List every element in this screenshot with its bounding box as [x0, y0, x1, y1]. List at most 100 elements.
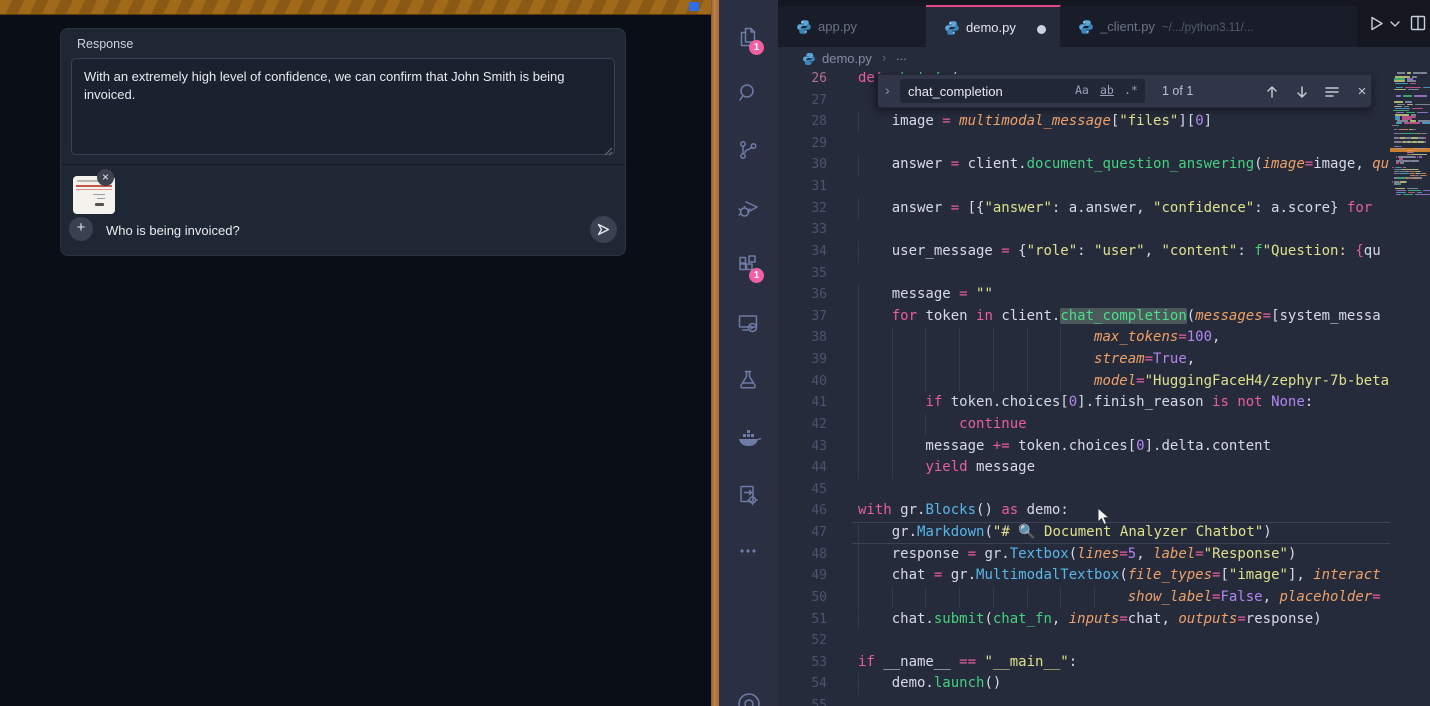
docker-button[interactable] [719, 415, 778, 463]
file-settings-button[interactable] [719, 472, 778, 520]
tab-client-py[interactable]: _client.py~/.../python3.11/... [1060, 6, 1346, 47]
code-line-28[interactable]: 28 image = multimodal_message["files"][0… [778, 111, 1430, 133]
split-editor-icon[interactable] [1410, 15, 1426, 31]
code-line-50[interactable]: 50 show_label=False, placeholder= [778, 587, 1430, 609]
code-line-51[interactable]: 51 chat.submit(chat_fn, inputs=chat, out… [778, 609, 1430, 631]
extensions-button[interactable]: 1 [719, 242, 778, 290]
find-match-count: 1 of 1 [1162, 84, 1193, 98]
docker-whale-icon [736, 426, 762, 452]
toggle-replace-chevron-icon[interactable]: › [885, 82, 890, 98]
line-number: 32 [778, 198, 827, 220]
tab-demo-py[interactable]: demo.py [926, 5, 1061, 49]
line-number: 38 [778, 327, 827, 349]
code-line-31[interactable]: 31 [778, 176, 1430, 198]
source-control-button[interactable] [719, 127, 778, 175]
line-number: 51 [778, 609, 827, 631]
tab-label: app.py [818, 19, 857, 34]
code-line-43[interactable]: 43 message += token.choices[0].delta.con… [778, 436, 1430, 458]
python-icon [802, 52, 816, 66]
search-icon [736, 81, 760, 105]
send-button[interactable] [590, 216, 617, 243]
code-line-33[interactable]: 33 [778, 219, 1430, 241]
response-textarea[interactable]: With an extremely high level of confiden… [71, 58, 615, 155]
code-line-55[interactable]: 55 [778, 695, 1430, 706]
gradio-window: Response With an extremely high level of… [0, 0, 711, 706]
testing-button[interactable] [719, 357, 778, 405]
editor-group: app.py demo.py [778, 0, 1430, 706]
code-line-40[interactable]: 40 model="HuggingFaceH4/zephyr-7b-beta [778, 371, 1430, 393]
code-line-29[interactable]: 29 [778, 133, 1430, 155]
line-number: 36 [778, 284, 827, 306]
explorer-button[interactable]: 1 [719, 14, 778, 62]
tab-app-py[interactable]: app.py [778, 6, 927, 47]
code-line-45[interactable]: 45 [778, 479, 1430, 501]
line-number: 42 [778, 414, 827, 436]
code-line-30[interactable]: 30 answer = client.document_question_ans… [778, 154, 1430, 176]
previous-match-button[interactable] [1262, 82, 1282, 102]
code-line-54[interactable]: 54 demo.launch() [778, 673, 1430, 695]
minimap[interactable] [1390, 72, 1430, 706]
code-line-39[interactable]: 39 stream=True, [778, 349, 1430, 371]
run-debug-icon [736, 195, 762, 221]
modified-dot-icon[interactable] [1037, 25, 1046, 34]
thumb-line [97, 198, 105, 199]
code-line-38[interactable]: 38 max_tokens=100, [778, 327, 1430, 349]
next-match-button[interactable] [1292, 82, 1312, 102]
ellipsis-icon [736, 539, 760, 563]
line-number: 41 [778, 392, 827, 414]
find-in-selection-button[interactable] [1322, 82, 1342, 102]
code-line-32[interactable]: 32 answer = [{"answer": a.answer, "confi… [778, 198, 1430, 220]
multimodal-textbox: × + [61, 164, 625, 255]
remote-explorer-button[interactable] [719, 300, 778, 348]
run-file-icon[interactable] [1368, 15, 1385, 32]
activity-bar: 1 [719, 0, 779, 706]
tab-bar: app.py demo.py [778, 0, 1430, 47]
paper-plane-icon [596, 222, 611, 237]
more-button[interactable] [719, 528, 778, 576]
testing-flask-icon [736, 368, 760, 392]
python-icon [796, 19, 812, 35]
remove-attachment-button[interactable]: × [97, 169, 114, 186]
gradio-card: Response With an extremely high level of… [60, 28, 626, 256]
line-number: 47 [778, 522, 827, 544]
line-number: 45 [778, 479, 827, 501]
chevron-down-icon[interactable] [1390, 20, 1400, 28]
code-line-53[interactable]: 53if __name__ == "__main__": [778, 652, 1430, 674]
code-line-41[interactable]: 41 if token.choices[0].finish_reason is … [778, 392, 1430, 414]
account-icon [736, 691, 762, 706]
search-button[interactable] [719, 70, 778, 118]
code-line-42[interactable]: 42 continue [778, 414, 1430, 436]
run-debug-button[interactable] [719, 184, 778, 232]
close-find-icon[interactable]: × [1352, 82, 1372, 102]
resize-handle-icon[interactable] [604, 147, 613, 156]
code-line-44[interactable]: 44 yield message [778, 457, 1430, 479]
code-line-36[interactable]: 36 message = "" [778, 284, 1430, 306]
code-line-34[interactable]: 34 user_message = {"role": "user", "cont… [778, 241, 1430, 263]
add-file-button[interactable]: + [69, 217, 93, 241]
match-case-toggle[interactable]: Aa [1075, 83, 1089, 97]
code-line-52[interactable]: 52 [778, 630, 1430, 652]
titlebar-blue-indicator [689, 2, 699, 11]
line-number: 34 [778, 241, 827, 263]
explorer-badge: 1 [749, 40, 764, 55]
code-line-48[interactable]: 48 response = gr.Textbox(lines=5, label=… [778, 544, 1430, 566]
code-editor[interactable]: 26def chat_fn(2728 image = multimodal_me… [778, 72, 1430, 706]
remote-explorer-icon [736, 311, 760, 335]
breadcrumb-file[interactable]: demo.py [822, 51, 872, 66]
line-number: 55 [778, 695, 827, 706]
line-number: 52 [778, 630, 827, 652]
code-line-37[interactable]: 37 for token in client.chat_completion(m… [778, 306, 1430, 328]
account-button[interactable] [719, 680, 778, 706]
whole-word-toggle[interactable]: ab [1100, 83, 1114, 97]
screen: Response With an extremely high level of… [0, 0, 1430, 706]
regex-toggle[interactable]: .* [1124, 83, 1138, 97]
line-number: 49 [778, 565, 827, 587]
question-input[interactable] [104, 217, 528, 243]
window-divider[interactable] [711, 0, 719, 706]
code-line-49[interactable]: 49 chat = gr.MultimodalTextbox(file_type… [778, 565, 1430, 587]
code-line-35[interactable]: 35 [778, 263, 1430, 285]
line-number: 37 [778, 306, 827, 328]
breadcrumb-symbol[interactable]: ... [896, 48, 907, 63]
line-number: 35 [778, 263, 827, 285]
line-number: 30 [778, 154, 827, 176]
